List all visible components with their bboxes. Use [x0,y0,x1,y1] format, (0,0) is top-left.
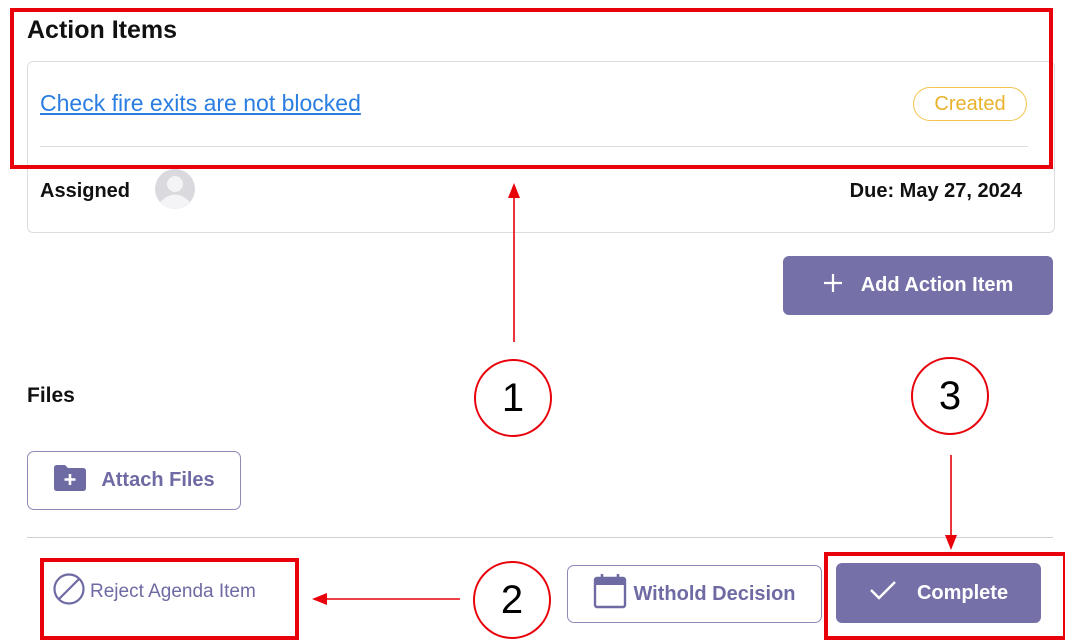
plus-icon [823,273,843,299]
withold-decision-button[interactable]: Withold Decision [567,565,822,623]
callout-2: 2 [473,561,551,639]
user-avatar-icon [155,169,195,209]
highlight-box-action-items [10,8,1053,169]
highlight-box-reject [40,558,299,640]
withold-label: Withold Decision [633,582,796,605]
due-date: Due: May 27, 2024 [849,180,1022,202]
callout-1: 1 [474,359,552,437]
footer-divider [27,537,1053,538]
folder-plus-icon [53,464,87,498]
callout-3: 3 [911,357,989,435]
attach-files-label: Attach Files [101,469,215,491]
calendar-icon [593,573,627,615]
highlight-box-complete [824,552,1065,640]
assigned-label: Assigned [40,180,131,202]
add-action-item-label: Add Action Item [860,274,1014,296]
add-action-item-button[interactable]: Add Action Item [783,256,1053,315]
files-title: Files [27,384,75,407]
attach-files-button[interactable]: Attach Files [27,451,241,510]
